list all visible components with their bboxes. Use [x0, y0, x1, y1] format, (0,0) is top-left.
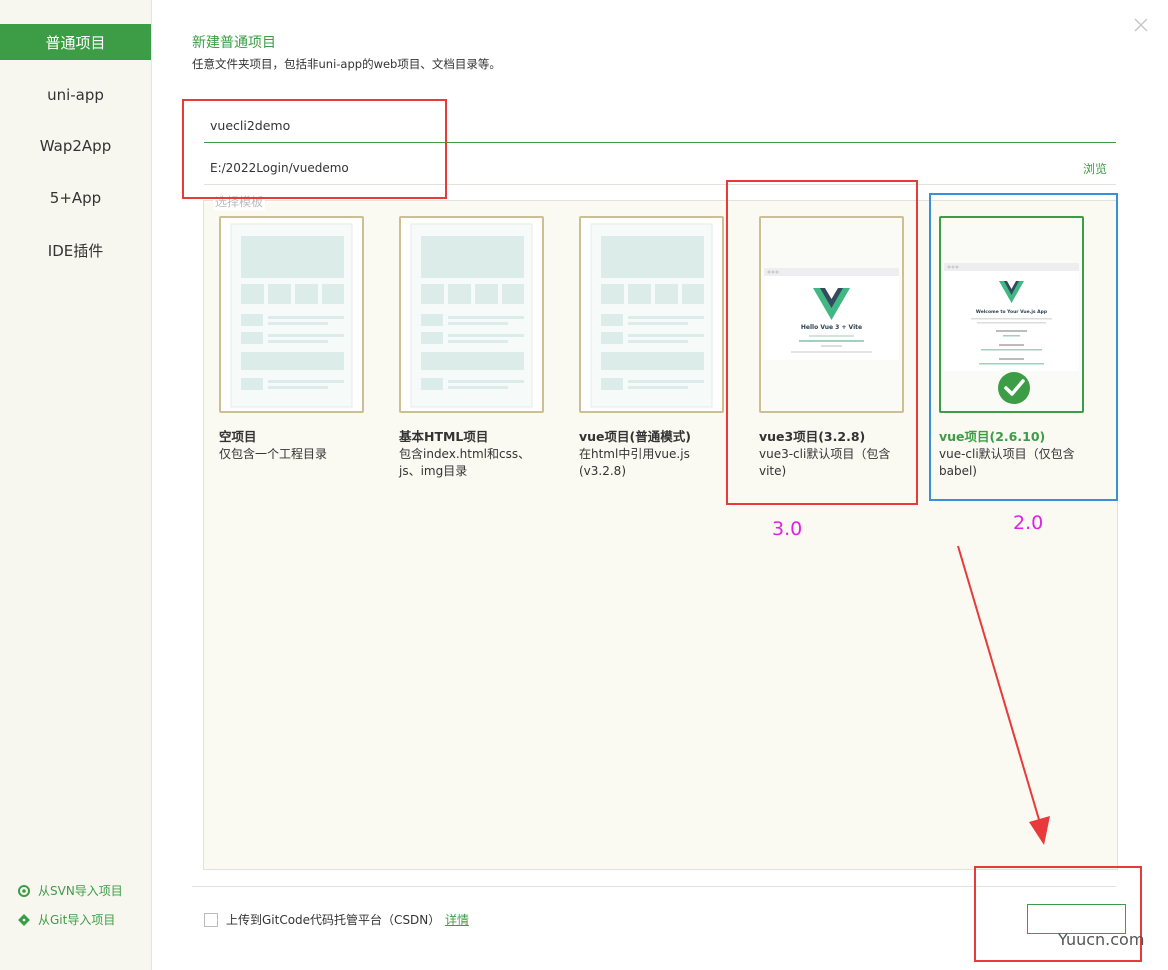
import-git-label: 从Git导入项目 [38, 913, 116, 927]
git-icon [18, 913, 30, 926]
template-desc-empty: 仅包含一个工程目录 [219, 447, 328, 461]
browse-link[interactable]: 浏览 [1083, 160, 1107, 177]
import-svn-label: 从SVN导入项目 [38, 884, 123, 898]
sidebar-item-normal-project[interactable]: 普通项目 [0, 24, 151, 60]
import-svn-link[interactable]: 从SVN导入项目 [18, 882, 123, 899]
template-card-basic-html[interactable] [399, 216, 544, 413]
sidebar: 普通项目 uni-app Wap2App 5+App IDE插件 从SVN导入项… [0, 0, 152, 970]
sidebar-item-ide-plugin[interactable]: IDE插件 [0, 232, 151, 268]
annotation-box-vue2 [929, 193, 1118, 501]
svn-icon [18, 884, 30, 897]
close-icon[interactable] [1132, 16, 1150, 34]
import-git-link[interactable]: 从Git导入项目 [18, 911, 115, 928]
sidebar-item-uni-app[interactable]: uni-app [0, 77, 151, 113]
annotation-label-vue2: 2.0 [1013, 512, 1044, 534]
dialog-title: 新建普通项目 [192, 35, 276, 51]
layout-preview-icon [230, 223, 353, 408]
layout-preview-icon [410, 223, 533, 408]
upload-gitcode-label: 上传到GitCode代码托管平台（CSDN） [226, 913, 441, 927]
template-card-vue-normal[interactable] [579, 216, 724, 413]
details-link[interactable]: 详情 [445, 911, 469, 928]
annotation-arrow [957, 545, 1050, 845]
upload-gitcode-checkbox[interactable] [204, 913, 218, 927]
template-title-empty: 空项目 [219, 429, 257, 444]
sidebar-item-5plus-app[interactable]: 5+App [0, 180, 151, 216]
annotation-box-inputs [182, 99, 447, 199]
template-desc-basic-html: 包含index.html和css、js、img目录 [399, 447, 531, 478]
annotation-box-vue3 [726, 180, 918, 505]
dialog-subtitle: 任意文件夹项目，包括非uni-app的web项目、文档目录等。 [192, 57, 501, 71]
layout-preview-icon [590, 223, 713, 408]
template-title-basic-html: 基本HTML项目 [399, 429, 489, 444]
watermark: Yuucn.com [1058, 930, 1145, 949]
template-card-empty[interactable] [219, 216, 364, 413]
annotation-label-vue3: 3.0 [772, 518, 803, 540]
sidebar-item-wap2app[interactable]: Wap2App [0, 128, 151, 164]
template-desc-vue-normal: 在html中引用vue.js (v3.2.8) [579, 447, 690, 478]
template-title-vue-normal: vue项目(普通模式) [579, 429, 691, 444]
